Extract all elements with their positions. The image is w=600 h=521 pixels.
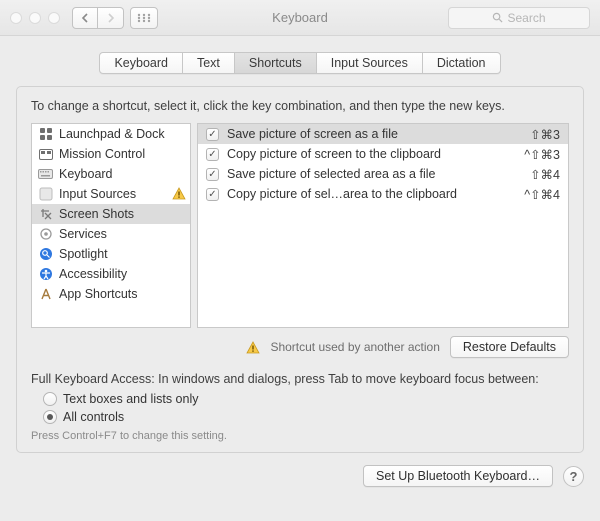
shortcut-label: Copy picture of screen to the clipboard	[227, 147, 516, 161]
minimize-window-button[interactable]	[29, 12, 41, 24]
radio-all-controls[interactable]: All controls	[43, 410, 569, 424]
category-label: Input Sources	[59, 187, 136, 201]
screenshot-icon	[38, 207, 53, 222]
category-label: App Shortcuts	[59, 287, 138, 301]
app-shortcuts-icon	[38, 287, 53, 302]
mission-control-icon	[38, 147, 53, 162]
forward-button[interactable]	[98, 7, 124, 29]
category-label: Spotlight	[59, 247, 108, 261]
radio-label: All controls	[63, 410, 124, 424]
shortcut-checkbox[interactable]: ✓	[206, 188, 219, 201]
instruction-text: To change a shortcut, select it, click t…	[31, 99, 569, 113]
conflict-note-text: Shortcut used by another action	[270, 340, 439, 354]
restore-defaults-button[interactable]: Restore Defaults	[450, 336, 569, 358]
shortcut-label: Save picture of selected area as a file	[227, 167, 522, 181]
radio-label: Text boxes and lists only	[63, 392, 199, 406]
search-icon	[492, 12, 503, 23]
category-screen-shots[interactable]: Screen Shots	[32, 204, 190, 224]
shortcut-label: Copy picture of sel…area to the clipboar…	[227, 187, 516, 201]
category-services[interactable]: Services	[32, 224, 190, 244]
shortcut-row[interactable]: ✓ Copy picture of sel…area to the clipbo…	[198, 184, 568, 204]
help-button[interactable]: ?	[563, 466, 584, 487]
shortcut-keys[interactable]: ⇧⌘4	[530, 167, 560, 182]
spotlight-icon	[38, 247, 53, 262]
tabs-segmented: Keyboard Text Shortcuts Input Sources Di…	[99, 52, 500, 74]
shortcut-keys[interactable]: ⇧⌘3	[530, 127, 560, 142]
shortcut-keys[interactable]: ^⇧⌘3	[524, 147, 560, 162]
titlebar: Keyboard Search	[0, 0, 600, 36]
tab-dictation[interactable]: Dictation	[423, 53, 500, 73]
category-keyboard[interactable]: Keyboard	[32, 164, 190, 184]
tabs-row: Keyboard Text Shortcuts Input Sources Di…	[0, 52, 600, 74]
back-button[interactable]	[72, 7, 98, 29]
radio-dot	[43, 410, 57, 424]
warning-icon	[246, 340, 260, 354]
category-label: Keyboard	[59, 167, 113, 181]
radio-dot	[43, 392, 57, 406]
close-window-button[interactable]	[10, 12, 22, 24]
category-accessibility[interactable]: Accessibility	[32, 264, 190, 284]
services-icon	[38, 227, 53, 242]
show-all-button[interactable]	[130, 7, 158, 29]
warning-icon	[172, 186, 186, 200]
category-label: Screen Shots	[59, 207, 134, 221]
radio-text-boxes-only[interactable]: Text boxes and lists only	[43, 392, 569, 406]
below-list-row: Shortcut used by another action Restore …	[31, 336, 569, 358]
category-launchpad-dock[interactable]: Launchpad & Dock	[32, 124, 190, 144]
category-input-sources[interactable]: Input Sources	[32, 184, 190, 204]
shortcuts-panel: To change a shortcut, select it, click t…	[16, 86, 584, 453]
category-mission-control[interactable]: Mission Control	[32, 144, 190, 164]
category-label: Accessibility	[59, 267, 127, 281]
preferences-window: Keyboard Search Keyboard Text Shortcuts …	[0, 0, 600, 521]
category-label: Mission Control	[59, 147, 145, 161]
category-spotlight[interactable]: Spotlight	[32, 244, 190, 264]
accessibility-icon	[38, 267, 53, 282]
tab-text[interactable]: Text	[183, 53, 235, 73]
category-app-shortcuts[interactable]: App Shortcuts	[32, 284, 190, 304]
category-list[interactable]: Launchpad & Dock Mission Control Keyboar…	[31, 123, 191, 328]
traffic-lights	[10, 12, 60, 24]
nav-buttons	[72, 7, 124, 29]
search-placeholder: Search	[507, 11, 545, 25]
launchpad-icon	[38, 127, 53, 142]
shortcut-checkbox[interactable]: ✓	[206, 128, 219, 141]
shortcut-row[interactable]: ✓ Save picture of screen as a file ⇧⌘3	[198, 124, 568, 144]
full-keyboard-access-label: Full Keyboard Access: In windows and dia…	[31, 372, 569, 386]
tab-keyboard[interactable]: Keyboard	[100, 53, 183, 73]
full-keyboard-access-options: Text boxes and lists only All controls	[43, 392, 569, 424]
shortcut-checkbox[interactable]: ✓	[206, 148, 219, 161]
footer-row: Set Up Bluetooth Keyboard… ?	[0, 465, 600, 499]
shortcut-row[interactable]: ✓ Copy picture of screen to the clipboar…	[198, 144, 568, 164]
category-label: Services	[59, 227, 107, 241]
setup-bluetooth-keyboard-button[interactable]: Set Up Bluetooth Keyboard…	[363, 465, 553, 487]
keyboard-icon	[38, 167, 53, 182]
tab-shortcuts[interactable]: Shortcuts	[235, 53, 317, 73]
zoom-window-button[interactable]	[48, 12, 60, 24]
keyboard-access-hint: Press Control+F7 to change this setting.	[31, 430, 569, 442]
shortcut-keys[interactable]: ^⇧⌘4	[524, 187, 560, 202]
shortcut-label: Save picture of screen as a file	[227, 127, 522, 141]
shortcut-list[interactable]: ✓ Save picture of screen as a file ⇧⌘3 ✓…	[197, 123, 569, 328]
shortcut-checkbox[interactable]: ✓	[206, 168, 219, 181]
input-sources-icon	[38, 187, 53, 202]
shortcut-row[interactable]: ✓ Save picture of selected area as a fil…	[198, 164, 568, 184]
category-label: Launchpad & Dock	[59, 127, 165, 141]
search-field[interactable]: Search	[448, 7, 590, 29]
tab-input-sources[interactable]: Input Sources	[317, 53, 423, 73]
